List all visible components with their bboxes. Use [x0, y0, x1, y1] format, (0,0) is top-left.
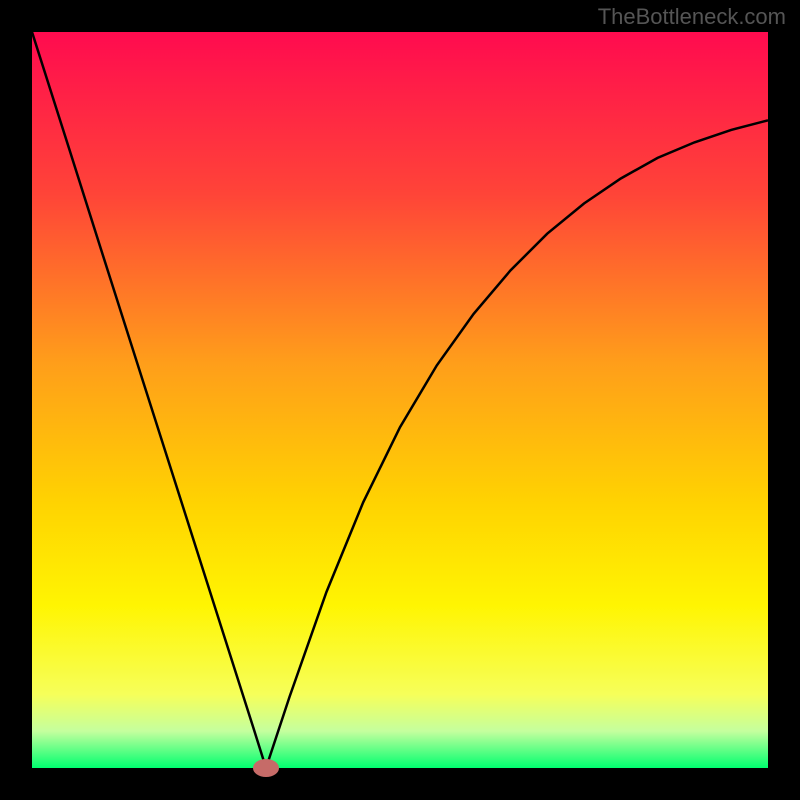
- plot-area: [32, 32, 768, 768]
- watermark-text: TheBottleneck.com: [598, 4, 786, 30]
- curve-line: [32, 32, 768, 768]
- minimum-marker: [253, 759, 279, 777]
